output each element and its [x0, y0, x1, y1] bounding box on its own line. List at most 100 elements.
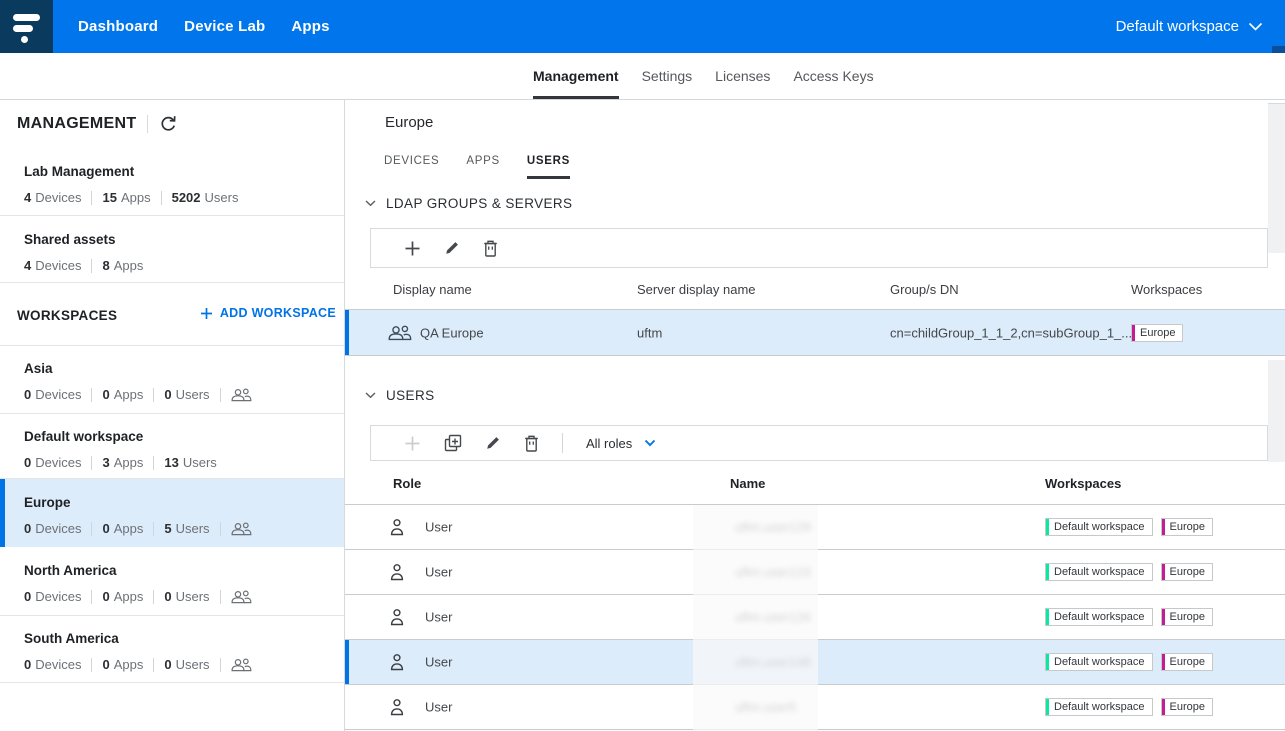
users-section-header[interactable]: USERS	[365, 388, 435, 403]
stat-value: 5202	[172, 190, 201, 205]
item-stats: 0Devices 0Apps 0Users	[24, 657, 252, 672]
user-role: User	[425, 655, 452, 670]
workspace-badge: Default workspace	[1045, 563, 1153, 581]
badge-label: Default workspace	[1049, 654, 1152, 670]
edit-icon[interactable]	[485, 435, 501, 451]
workspace-subtabs: DEVICES APPS USERS	[384, 155, 570, 179]
tab-licenses[interactable]: Licenses	[715, 53, 770, 99]
sidebar-item-workspace-europe[interactable]: Europe 0Devices 0Apps 5Users	[0, 479, 344, 547]
subtab-devices[interactable]: DEVICES	[384, 155, 439, 179]
user-row[interactable]: User uftm.user126 Default workspace Euro…	[345, 595, 1285, 640]
scrollbar-thumb[interactable]	[1272, 46, 1285, 53]
badge-label: Europe	[1165, 654, 1212, 670]
nav-device-lab[interactable]: Device Lab	[184, 18, 265, 35]
batch-add-icon[interactable]	[444, 434, 462, 452]
chevron-down-icon	[365, 200, 376, 207]
delete-icon[interactable]	[483, 240, 498, 257]
stat-value: 0	[102, 387, 109, 402]
chevron-down-icon	[644, 439, 656, 447]
refresh-icon[interactable]	[159, 115, 178, 133]
workspaces-header: WORKSPACES ADD WORKSPACE	[0, 295, 344, 345]
top-nav: Dashboard Device Lab Apps	[78, 0, 330, 53]
stat-label: Devices	[35, 258, 81, 273]
divider	[91, 590, 92, 604]
stat-label: Devices	[35, 387, 81, 402]
user-row[interactable]: User uftm.user5 Default workspace Europe	[345, 685, 1285, 730]
workspace-badge: Default workspace	[1045, 608, 1153, 626]
ldap-group-row[interactable]: QA Europe uftm cn=childGroup_1_1_2,cn=su…	[345, 310, 1285, 356]
workspace-selector[interactable]: Default workspace	[1116, 0, 1263, 53]
nav-dashboard[interactable]: Dashboard	[78, 18, 158, 35]
user-role: User	[425, 610, 452, 625]
sidebar-item-workspace-south-america[interactable]: South America 0Devices 0Apps 0Users	[0, 615, 344, 682]
stat-label: Devices	[35, 657, 81, 672]
sidebar-item-workspace-north-america[interactable]: North America 0Devices 0Apps 0Users	[0, 547, 344, 614]
add-icon[interactable]	[404, 435, 421, 452]
ldap-server-name: uftm	[637, 325, 662, 340]
users-table-header: Role Name Workspaces	[345, 462, 1285, 505]
workspace-badges: Default workspace Europe	[1045, 563, 1221, 581]
tab-management[interactable]: Management	[533, 53, 619, 99]
users-toolbar: All roles	[370, 425, 1268, 461]
sidebar-item-workspace-asia[interactable]: Asia 0Devices 0Apps 0Users	[0, 345, 344, 412]
group-users-icon[interactable]	[231, 388, 252, 402]
stat-value: 0	[24, 521, 31, 536]
item-title: North America	[24, 563, 117, 578]
stat-value: 8	[102, 258, 109, 273]
item-title: South America	[24, 631, 119, 646]
column-header: Workspaces	[1045, 476, 1121, 491]
stat-label: Apps	[114, 589, 144, 604]
add-workspace-label: ADD WORKSPACE	[220, 306, 336, 320]
divider	[153, 522, 154, 536]
badge-label: Europe	[1165, 564, 1212, 580]
group-users-icon[interactable]	[231, 658, 252, 672]
section-title: USERS	[386, 388, 435, 403]
add-icon[interactable]	[404, 240, 421, 257]
divider	[91, 456, 92, 470]
item-stats: 4 Devices 8 Apps	[24, 258, 143, 273]
stat-value: 0	[164, 387, 171, 402]
delete-icon[interactable]	[524, 435, 539, 452]
stat-label: Apps	[114, 521, 144, 536]
sidebar-item-shared-assets[interactable]: Shared assets 4Devices 8Apps	[0, 216, 344, 283]
ldap-section-header[interactable]: LDAP GROUPS & SERVERS	[365, 196, 572, 211]
divider	[0, 682, 344, 683]
badge-label: Default workspace	[1049, 564, 1152, 580]
divider	[220, 658, 221, 672]
sidebar-item-lab-management[interactable]: Lab Management 4Devices 15Apps 5202Users	[0, 148, 344, 215]
tab-settings[interactable]: Settings	[642, 53, 693, 99]
roles-filter-dropdown[interactable]: All roles	[586, 436, 656, 451]
stat-label: Users	[176, 521, 210, 536]
stat-label: Apps	[114, 258, 144, 273]
chevron-down-icon	[365, 392, 376, 399]
badge-label: Europe	[1165, 609, 1212, 625]
stat-value: 15	[102, 190, 116, 205]
item-title: Europe	[24, 495, 71, 510]
group-users-icon[interactable]	[231, 522, 252, 536]
tab-access-keys[interactable]: Access Keys	[793, 53, 873, 99]
badge-label: Europe	[1165, 519, 1212, 535]
workspace-badge: Europe	[1161, 563, 1213, 581]
user-row[interactable]: User uftm.user129 Default workspace Euro…	[345, 505, 1285, 550]
workspace-badges: Default workspace Europe	[1045, 653, 1221, 671]
brand-logo[interactable]	[0, 0, 53, 53]
stat-label: Devices	[35, 589, 81, 604]
divider	[153, 658, 154, 672]
sidebar-item-workspace-default[interactable]: Default workspace 0Devices 3Apps 13Users	[0, 413, 344, 480]
user-row[interactable]: User uftm.user123 Default workspace Euro…	[345, 550, 1285, 595]
page-title: Europe	[385, 114, 433, 131]
roles-filter-label: All roles	[586, 436, 632, 451]
user-icon	[390, 519, 404, 536]
subtab-apps[interactable]: APPS	[466, 155, 499, 179]
divider	[220, 522, 221, 536]
subtab-users[interactable]: USERS	[527, 155, 570, 179]
user-row[interactable]: User uftm.user148 Default workspace Euro…	[345, 640, 1285, 685]
nav-apps[interactable]: Apps	[291, 18, 329, 35]
stat-label: Users	[176, 387, 210, 402]
group-users-icon[interactable]	[231, 590, 252, 604]
add-workspace-button[interactable]: ADD WORKSPACE	[200, 306, 336, 320]
ldap-toolbar	[370, 228, 1268, 268]
stat-value: 4	[24, 258, 31, 273]
item-stats: 4Devices 15Apps 5202Users	[24, 190, 238, 205]
edit-icon[interactable]	[444, 240, 460, 256]
